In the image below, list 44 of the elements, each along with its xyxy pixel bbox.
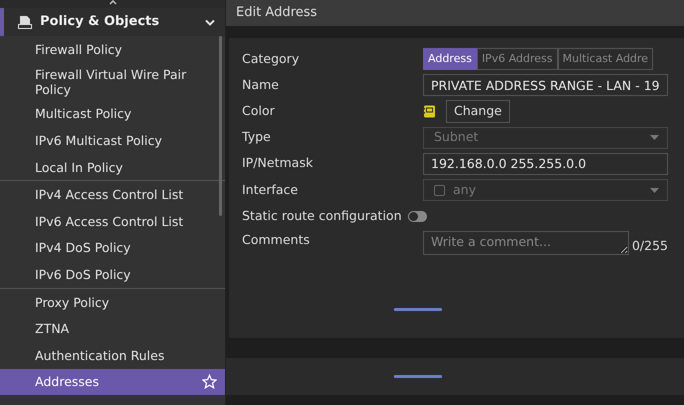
field-label: Category — [242, 50, 300, 68]
field-label: Interface — [242, 180, 299, 199]
sidebar-item[interactable]: IPv6 Multicast Policy — [0, 127, 225, 154]
change-button[interactable]: Change — [446, 100, 510, 123]
caret-up-icon[interactable] — [108, 0, 116, 5]
comment-field[interactable]: Write a comment... — [423, 231, 629, 256]
field-label: Color — [242, 102, 276, 120]
loading-bar — [394, 375, 442, 378]
document-icon — [18, 15, 32, 29]
toggle-switch[interactable] — [408, 210, 427, 222]
input-field[interactable]: 192.168.0.0 255.255.0.0 — [423, 152, 668, 175]
dropdown-arrow-icon — [650, 188, 659, 193]
sidebar-item[interactable]: Proxy Policy — [0, 288, 225, 316]
category-tab[interactable]: Multicast Addre — [558, 48, 654, 70]
dialog-title: Edit Address — [226, 0, 684, 26]
select-field: Subnet — [423, 126, 668, 149]
input-field[interactable]: PRIVATE ADDRESS RANGE - LAN - 19 — [423, 74, 668, 96]
star-icon[interactable] — [202, 374, 217, 390]
category-tab[interactable]: IPv6 Address — [476, 48, 558, 70]
chevron-down-icon — [205, 18, 215, 26]
sidebar-item[interactable]: ZTNA — [0, 315, 225, 342]
sidebar-item[interactable]: Multicast Policy — [0, 100, 225, 128]
character-counter: 0/255 — [632, 236, 668, 255]
field-label: Name — [242, 76, 280, 94]
category-tab[interactable]: Address — [423, 48, 477, 70]
loading-bar — [394, 308, 442, 310]
sidebar-item[interactable]: Authentication Rules — [0, 342, 225, 369]
scrollbar[interactable] — [219, 36, 222, 216]
sidebar-item[interactable]: IPv6 Access Control List — [0, 208, 225, 235]
dropdown-arrow-icon — [650, 135, 659, 140]
field-label: Comments — [242, 231, 311, 250]
select-field: any — [423, 179, 668, 202]
address-book-icon — [423, 104, 436, 118]
sidebar-item[interactable]: Local In Policy — [0, 154, 225, 180]
sidebar-item[interactable]: IPv6 DoS Policy — [0, 261, 225, 288]
field-label: IP/Netmask — [242, 154, 314, 172]
sidebar-item[interactable]: Firewall Virtual Wire Pair Policy — [0, 62, 225, 101]
sidebar-item[interactable]: Addresses — [0, 368, 225, 396]
sidebar-item[interactable]: Firewall Policy — [0, 36, 225, 63]
sidebar-item[interactable]: IPv4 DoS Policy — [0, 234, 225, 262]
sidebar-item[interactable]: IPv4 Access Control List — [0, 181, 225, 208]
field-label: Static route configuration — [242, 206, 402, 225]
field-label: Type — [242, 128, 272, 146]
sidebar-section-header[interactable]: Policy & Objects — [0, 8, 225, 36]
